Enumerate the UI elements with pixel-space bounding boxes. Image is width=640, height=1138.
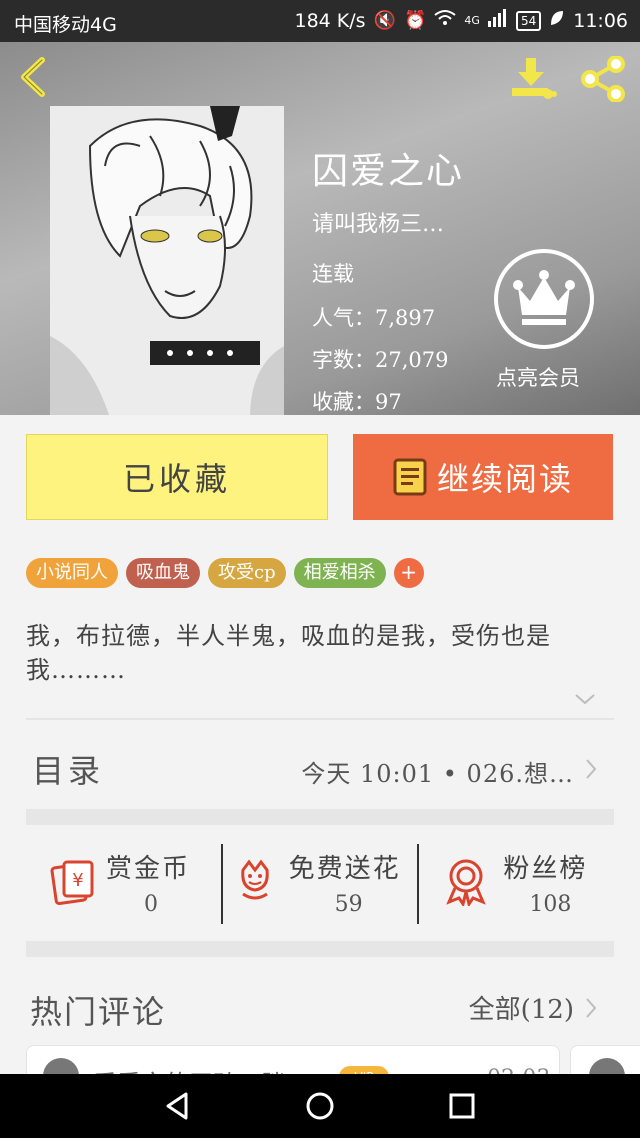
book-detail-main: 已收藏 继续阅读 小说同人 吸血鬼 攻受cp 相爱相杀 + 我，布拉德，半人半鬼… <box>0 415 640 1105</box>
status-right: 184 K/s 🔇 ⏰ 4G 54 11:06 <box>294 9 628 32</box>
tag-item[interactable]: 吸血鬼 <box>126 558 200 588</box>
hot-comments-title: 热门评论 <box>30 993 167 1031</box>
cover-illustration <box>50 106 284 415</box>
alarm-icon: ⏰ <box>404 10 427 31</box>
section-gap <box>26 941 614 957</box>
network-type: 4G <box>464 14 480 27</box>
section-gap <box>26 809 614 825</box>
vip-button[interactable] <box>494 249 594 349</box>
continue-reading-label: 继续阅读 <box>436 460 573 498</box>
free-flower-label: 免费送花 <box>288 854 401 884</box>
book-author[interactable]: 请叫我杨三… <box>312 206 444 238</box>
back-arrow-icon <box>21 57 45 97</box>
crown-icon <box>513 270 575 325</box>
book-icon <box>393 458 427 496</box>
book-word-count: 字数：27,079 <box>312 348 449 372</box>
favorited-button[interactable]: 已收藏 <box>26 434 328 520</box>
wifi-icon <box>434 9 457 32</box>
fan-ranking-stat[interactable]: 粉丝榜 108 <box>419 830 614 940</box>
mute-icon: 🔇 <box>373 10 396 31</box>
free-flower-count: 59 <box>334 892 363 917</box>
tag-item[interactable]: 小说同人 <box>26 558 118 588</box>
latest-chapter: 今天 10:01 • 026.想… <box>301 760 574 788</box>
toc-label: 目录 <box>32 752 105 790</box>
book-summary: 我，布拉德，半人半鬼，吸血的是我，受伤也是我……… <box>26 622 551 684</box>
red-envelope-icon: ¥ <box>50 860 94 906</box>
expand-summary-button[interactable] <box>574 691 596 707</box>
nav-home-icon[interactable] <box>304 1090 336 1122</box>
fan-ranking-count: 108 <box>529 892 572 917</box>
download-icon <box>512 58 557 99</box>
all-comments-link[interactable]: 全部(12) <box>469 989 574 1026</box>
vip-label[interactable]: 点亮会员 <box>496 362 580 392</box>
table-of-contents-row[interactable]: 目录 今天 10:01 • 026.想… <box>26 720 614 814</box>
flower-icon <box>240 859 269 900</box>
tag-list: 小说同人 吸血鬼 攻受cp 相爱相杀 + <box>26 558 424 588</box>
clock: 11:06 <box>573 9 628 32</box>
download-button[interactable] <box>506 56 558 102</box>
back-button[interactable] <box>12 54 56 100</box>
book-cover[interactable] <box>50 106 284 415</box>
signal-icon <box>487 9 508 32</box>
book-title: 囚爱之心 <box>312 151 465 192</box>
stats-row: ¥ 赏金币 0 免费送花 59 粉丝榜 108 <box>26 830 614 940</box>
system-nav-bar <box>0 1074 640 1138</box>
book-favorites: 收藏：97 <box>312 390 402 414</box>
reward-coin-stat[interactable]: ¥ 赏金币 0 <box>26 830 221 940</box>
book-status: 连载 <box>312 262 354 286</box>
battery-indicator: 54 <box>515 10 542 31</box>
status-bar: 中国移动4G 184 K/s 🔇 ⏰ 4G 54 11:06 <box>0 0 640 42</box>
free-flower-stat[interactable]: 免费送花 59 <box>223 830 418 940</box>
reward-coin-count: 0 <box>144 892 158 917</box>
tag-item[interactable]: 攻受cp <box>208 558 286 588</box>
add-tag-button[interactable]: + <box>393 558 424 588</box>
chevron-right-icon <box>586 759 597 779</box>
chevron-right-icon[interactable] <box>584 997 598 1019</box>
chevron-down-icon <box>575 694 595 705</box>
leaf-icon <box>549 9 565 32</box>
nav-recents-icon[interactable] <box>446 1090 478 1122</box>
tag-item[interactable]: 相爱相杀 <box>293 558 386 588</box>
svg-text:¥: ¥ <box>72 870 83 891</box>
hot-comments-header: 热门评论 全部(12) <box>26 971 614 1031</box>
share-button[interactable] <box>578 55 630 103</box>
network-speed: 184 K/s <box>294 9 366 32</box>
nav-back-icon[interactable] <box>162 1090 194 1122</box>
continue-reading-button[interactable]: 继续阅读 <box>353 434 613 520</box>
reward-coin-label: 赏金币 <box>106 854 191 884</box>
book-header: 囚爱之心 请叫我杨三… 连载 人气：7,897 字数：27,079 收藏：97 … <box>0 42 640 415</box>
carrier-label: 中国移动4G <box>14 14 117 36</box>
medal-icon <box>446 859 487 906</box>
share-icon <box>581 55 625 103</box>
fan-ranking-label: 粉丝榜 <box>503 854 588 884</box>
book-popularity: 人气：7,897 <box>312 306 436 330</box>
